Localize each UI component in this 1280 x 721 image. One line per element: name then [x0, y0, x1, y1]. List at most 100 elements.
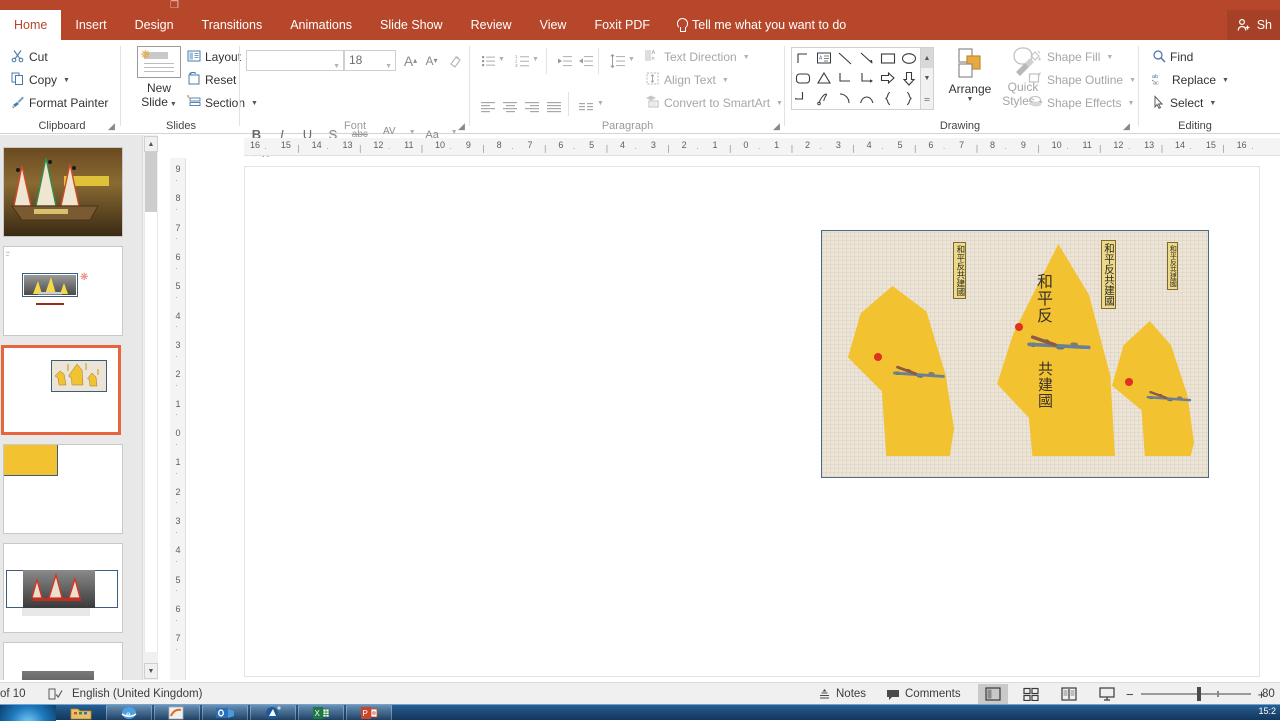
font-size-input[interactable]: 18 ▼ — [344, 50, 396, 71]
slide-thumbnail-6[interactable] — [3, 642, 123, 680]
convert-to-smartart-button[interactable]: Convert to SmartArt ▼ — [642, 92, 786, 114]
chevron-down-icon[interactable]: ▼ — [943, 96, 997, 103]
decrease-font-size-button[interactable]: A ▾ — [421, 50, 442, 71]
chevron-down-icon[interactable]: ▼ — [628, 56, 635, 63]
chevron-down-icon[interactable]: ▼ — [1128, 100, 1135, 107]
tab-slide-show[interactable]: Slide Show — [366, 10, 457, 40]
scroll-down-button[interactable]: ▼ — [144, 663, 158, 679]
shape-right-arrow[interactable] — [877, 68, 898, 88]
arrange-button[interactable]: Arrange ▼ — [943, 44, 997, 103]
shape-fill-button[interactable]: Shape Fill ▼ — [1025, 46, 1116, 68]
shape-arc[interactable] — [835, 89, 856, 109]
scrollbar-thumb[interactable] — [145, 152, 157, 212]
shape-left-brace[interactable] — [877, 89, 898, 109]
chevron-down-icon[interactable]: ▼ — [498, 56, 505, 63]
zoom-slider[interactable]: − + — [1126, 683, 1265, 705]
start-orb-button[interactable] — [0, 705, 56, 721]
chevron-down-icon[interactable]: ▼ — [1129, 77, 1136, 84]
shape-oval[interactable] — [899, 48, 920, 68]
chevron-down-icon[interactable]: ▼ — [1222, 77, 1229, 84]
shape-elbow-arrow-connector[interactable] — [856, 68, 877, 88]
justify-button[interactable] — [544, 96, 565, 117]
chevron-down-icon[interactable]: ▼ — [743, 54, 750, 61]
restore-window-button[interactable]: ❐ — [170, 0, 186, 11]
columns-button[interactable] — [576, 96, 597, 117]
zoom-out-button[interactable]: − — [1126, 687, 1134, 702]
slide-thumbnail-5[interactable] — [3, 543, 123, 633]
font-dialog-launcher[interactable]: ◢ — [458, 122, 467, 131]
gallery-scroll-up-button[interactable]: ▲ — [921, 48, 933, 69]
cut-button[interactable]: Cut — [8, 46, 51, 68]
notes-button[interactable]: Notes — [818, 683, 866, 705]
text-direction-button[interactable]: A n Text Direction ▼ — [642, 46, 753, 68]
drawing-dialog-launcher[interactable]: ◢ — [1123, 122, 1132, 131]
select-button[interactable]: Select ▼ — [1149, 92, 1219, 114]
bullets-button[interactable] — [478, 50, 499, 71]
slide-thumbnail-3[interactable] — [1, 345, 121, 435]
align-right-button[interactable] — [522, 96, 543, 117]
slide-number-status[interactable]: of 10 — [0, 683, 26, 705]
font-name-input[interactable]: ▼ — [246, 50, 344, 71]
three-sails-picture[interactable]: 和平反 共建國 和平反共建國 和平反共建國 和平反共建國 — [821, 230, 1209, 478]
gallery-expand-button[interactable]: ⚌ — [921, 89, 933, 109]
slide-thumbnail-4[interactable] — [3, 444, 123, 534]
chevron-down-icon[interactable]: ▼ — [1209, 100, 1216, 107]
thumbnail-scrollbar[interactable]: ▲ ▼ — [142, 135, 158, 680]
slide-thumbnail-1[interactable] — [3, 147, 123, 237]
shape-text-box[interactable]: A — [813, 48, 834, 68]
numbering-button[interactable]: 1 2 3 — [512, 50, 533, 71]
replace-button[interactable]: ab ac Replace ▼ — [1149, 69, 1232, 91]
decrease-indent-button[interactable] — [554, 50, 575, 71]
tab-foxit-pdf[interactable]: Foxit PDF — [580, 10, 664, 40]
proofing-status[interactable] — [48, 683, 63, 705]
chevron-down-icon[interactable]: ▼ — [597, 100, 604, 107]
shape-curve[interactable] — [856, 89, 877, 109]
tell-me-search[interactable]: Tell me what you want to do — [676, 10, 846, 40]
clipboard-dialog-launcher[interactable]: ◢ — [108, 122, 117, 131]
current-slide[interactable]: 和平反 共建國 和平反共建國 和平反共建國 和平反共建國 — [244, 166, 1260, 677]
tab-animations[interactable]: Animations — [276, 10, 366, 40]
shape-outline-button[interactable]: Shape Outline ▼ — [1025, 69, 1139, 91]
align-left-button[interactable] — [478, 96, 499, 117]
comments-button[interactable]: Comments — [886, 683, 961, 705]
align-center-button[interactable] — [500, 96, 521, 117]
reading-view-button[interactable] — [1054, 684, 1084, 704]
taskbar-internet-explorer-icon[interactable]: e — [106, 705, 152, 721]
shape-corner[interactable] — [792, 48, 813, 68]
format-painter-button[interactable]: Format Painter — [8, 92, 111, 114]
shape-scribble[interactable] — [813, 89, 834, 109]
find-button[interactable]: Find — [1149, 46, 1196, 68]
increase-font-size-button[interactable]: A ▴ — [400, 50, 421, 71]
shape-line[interactable] — [835, 48, 856, 68]
normal-view-button[interactable] — [978, 684, 1008, 704]
shape-right-brace[interactable] — [899, 89, 920, 109]
chevron-down-icon[interactable]: ▼ — [170, 101, 177, 108]
shape-down-arrow[interactable] — [899, 68, 920, 88]
shape-pie[interactable] — [792, 89, 813, 109]
shape-rectangle[interactable] — [877, 48, 898, 68]
horizontal-ruler[interactable]: 16 · 15 ❘ 14 · 13 ❘ 12 · 11 ❘ 10 · 9 ❘ 8 · 7 ❘ 6 · 5 ❘ 4 · 3 ❘ 2 · 1 ❘ 0… — [244, 138, 1280, 156]
line-spacing-button[interactable] — [607, 50, 628, 71]
reset-button[interactable]: Reset — [184, 69, 239, 91]
tab-transitions[interactable]: Transitions — [188, 10, 277, 40]
language-status[interactable]: English (United Kingdom) — [72, 683, 202, 705]
slide-canvas-area[interactable]: 和平反 共建國 和平反共建國 和平反共建國 和平反共建國 — [186, 157, 1280, 680]
scroll-up-button[interactable]: ▲ — [144, 136, 158, 152]
taskbar-explorer-icon[interactable] — [58, 705, 104, 721]
shape-effects-button[interactable]: Shape Effects ▼ — [1025, 92, 1137, 114]
tab-design[interactable]: Design — [121, 10, 188, 40]
slide-show-button[interactable] — [1092, 684, 1122, 704]
vertical-ruler[interactable]: 9 · 8 · 7 · 6 · 5 · 4 · 3 · 2 · 1 · 0 · 1 · 2 · 3 · 4 · 5 · 6 · 7 · — [170, 158, 186, 680]
chevron-down-icon[interactable]: ▼ — [385, 57, 392, 76]
scrollbar-track[interactable] — [144, 212, 158, 652]
chevron-down-icon[interactable]: ▼ — [333, 57, 340, 76]
taskbar-clock[interactable]: 15:2 — [1258, 706, 1276, 716]
shape-triangle[interactable] — [813, 68, 834, 88]
gallery-scroll-down-button[interactable]: ▼ — [921, 68, 933, 88]
chevron-down-icon[interactable]: ▼ — [532, 56, 539, 63]
chevron-down-icon[interactable]: ▼ — [722, 77, 729, 84]
tab-view[interactable]: View — [526, 10, 581, 40]
taskbar-foxit-icon[interactable] — [154, 705, 200, 721]
tab-home[interactable]: Home — [0, 10, 62, 40]
increase-indent-button[interactable] — [575, 50, 596, 71]
